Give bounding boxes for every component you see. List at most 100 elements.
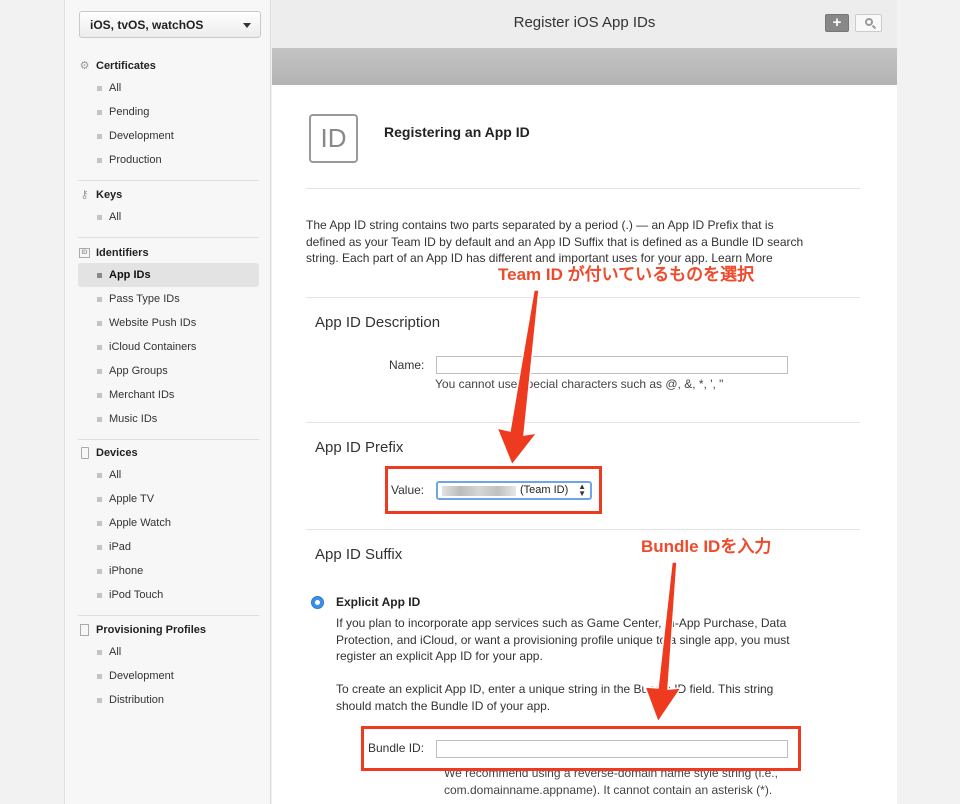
sidebar-item-app-ids[interactable]: App IDs <box>78 263 259 287</box>
sidebar: iOS, tvOS, watchOS ⚙ Certificates All Pe… <box>64 0 271 804</box>
platform-select[interactable]: iOS, tvOS, watchOS <box>79 11 261 38</box>
bullet-icon <box>97 345 102 350</box>
sidebar-item-pass-type-ids[interactable]: Pass Type IDs <box>78 287 259 311</box>
section-header-provisioning-profiles[interactable]: Provisioning Profiles <box>65 620 272 640</box>
sidebar-item-label: Pending <box>109 106 150 118</box>
app-id-icon: ID <box>309 114 358 163</box>
sidebar-item-ipad[interactable]: iPad <box>78 535 259 559</box>
section-header-keys[interactable]: ⚷ Keys <box>65 185 272 205</box>
divider <box>78 439 259 440</box>
sidebar-item-label: iPod Touch <box>109 589 164 601</box>
section-identifiers: ID Identifiers App IDs Pass Type IDs Web… <box>65 243 272 446</box>
name-field[interactable] <box>436 356 788 374</box>
sidebar-item-label: Merchant IDs <box>109 389 175 401</box>
sidebar-item-development[interactable]: Development <box>78 124 259 148</box>
section-certificates: ⚙ Certificates All Pending Development P… <box>65 56 272 187</box>
section-title: Keys <box>96 189 123 201</box>
sidebar-item-label: App Groups <box>109 365 168 377</box>
sidebar-item-label: iPhone <box>109 565 144 577</box>
sidebar-item-profiles-development[interactable]: Development <box>78 664 259 688</box>
sidebar-item-profiles-distribution[interactable]: Distribution <box>78 688 259 712</box>
section-title: Devices <box>96 447 138 459</box>
team-id-callout: Team ID が付いているものを選択 <box>498 265 755 284</box>
sidebar-item-iphone[interactable]: iPhone <box>78 559 259 583</box>
sidebar-item-label: Development <box>109 130 174 142</box>
bullet-icon <box>97 417 102 422</box>
bullet-icon <box>97 297 102 302</box>
search-button[interactable] <box>855 14 882 32</box>
bullet-icon <box>97 593 102 598</box>
sidebar-item-pending[interactable]: Pending <box>78 100 259 124</box>
bullet-icon <box>97 545 102 550</box>
sidebar-item-merchant-ids[interactable]: Merchant IDs <box>78 383 259 407</box>
sidebar-item-label: Production <box>109 154 162 166</box>
para-line: If you plan to incorporate app services … <box>336 616 787 630</box>
bullet-icon <box>97 158 102 163</box>
sidebar-item-keys-all[interactable]: All <box>78 205 259 229</box>
section-heading: Registering an App ID <box>384 124 530 140</box>
bullet-icon <box>97 473 102 478</box>
add-button[interactable]: + <box>825 14 849 32</box>
divider <box>306 422 860 423</box>
sidebar-item-label: Apple TV <box>109 493 155 505</box>
para-line: To create an explicit App ID, enter a un… <box>336 682 774 696</box>
sidebar-item-certificates-all[interactable]: All <box>78 76 259 100</box>
sidebar-item-label: iCloud Containers <box>109 341 197 353</box>
sidebar-item-label: Apple Watch <box>109 517 171 529</box>
section-title: Certificates <box>96 60 156 72</box>
bullet-icon <box>97 650 102 655</box>
section-keys: ⚷ Keys All <box>65 185 272 244</box>
sidebar-item-label: Website Push IDs <box>109 317 197 329</box>
radio-dot <box>315 600 320 605</box>
sidebar-item-label: All <box>109 469 122 481</box>
intro-line: defined as your Team ID by default and a… <box>306 234 804 249</box>
bullet-icon <box>97 215 102 220</box>
section-header-identifiers[interactable]: ID Identifiers <box>65 243 272 263</box>
sidebar-item-label: Music IDs <box>109 413 158 425</box>
bullet-icon <box>97 569 102 574</box>
sidebar-item-apple-tv[interactable]: Apple TV <box>78 487 259 511</box>
sidebar-item-music-ids[interactable]: Music IDs <box>78 407 259 431</box>
sidebar-item-website-push-ids[interactable]: Website Push IDs <box>78 311 259 335</box>
name-label: Name: <box>389 358 425 372</box>
bullet-icon <box>97 521 102 526</box>
name-hint: You cannot use special characters such a… <box>435 377 724 391</box>
sidebar-item-ipod-touch[interactable]: iPod Touch <box>78 583 259 607</box>
bundle-id-callout: Bundle IDを入力 <box>641 537 772 556</box>
search-icon-handle <box>871 24 877 30</box>
section-header-devices[interactable]: Devices <box>65 443 272 463</box>
sidebar-item-label: App IDs <box>109 269 151 281</box>
toolbar-strip <box>272 48 897 85</box>
sidebar-item-devices-all[interactable]: All <box>78 463 259 487</box>
divider <box>78 615 259 616</box>
sidebar-item-apple-watch[interactable]: Apple Watch <box>78 511 259 535</box>
document-icon <box>80 624 89 636</box>
main-content: ID Registering an App ID The App ID stri… <box>272 85 897 804</box>
section-title: Identifiers <box>96 247 149 259</box>
page-title: Register iOS App IDs <box>513 14 656 31</box>
explicit-para-2: To create an explicit App ID, enter a un… <box>336 681 773 714</box>
sidebar-item-production[interactable]: Production <box>78 148 259 172</box>
section-header-certificates[interactable]: ⚙ Certificates <box>65 56 272 76</box>
platform-select-label: iOS, tvOS, watchOS <box>90 18 204 32</box>
section-devices: Devices All Apple TV Apple Watch iPad iP… <box>65 443 272 622</box>
para-line: Protection, and iCloud, or want a provis… <box>336 632 790 647</box>
sidebar-item-icloud-containers[interactable]: iCloud Containers <box>78 335 259 359</box>
plus-icon: + <box>832 14 842 31</box>
divider <box>78 180 259 181</box>
divider <box>78 237 259 238</box>
sidebar-item-label: Distribution <box>109 694 165 706</box>
description-heading: App ID Description <box>315 314 441 331</box>
divider <box>306 529 860 530</box>
bullet-icon <box>97 698 102 703</box>
bullet-icon <box>97 86 102 91</box>
sidebar-item-label: All <box>109 82 122 94</box>
sidebar-item-app-groups[interactable]: App Groups <box>78 359 259 383</box>
bullet-icon <box>97 110 102 115</box>
bullet-icon <box>97 273 102 278</box>
explicit-app-id-radio[interactable] <box>311 596 324 609</box>
section-title: Provisioning Profiles <box>96 624 207 636</box>
chevron-down-icon <box>243 23 251 28</box>
explicit-para-1: If you plan to incorporate app services … <box>336 615 790 665</box>
sidebar-item-profiles-all[interactable]: All <box>78 640 259 664</box>
